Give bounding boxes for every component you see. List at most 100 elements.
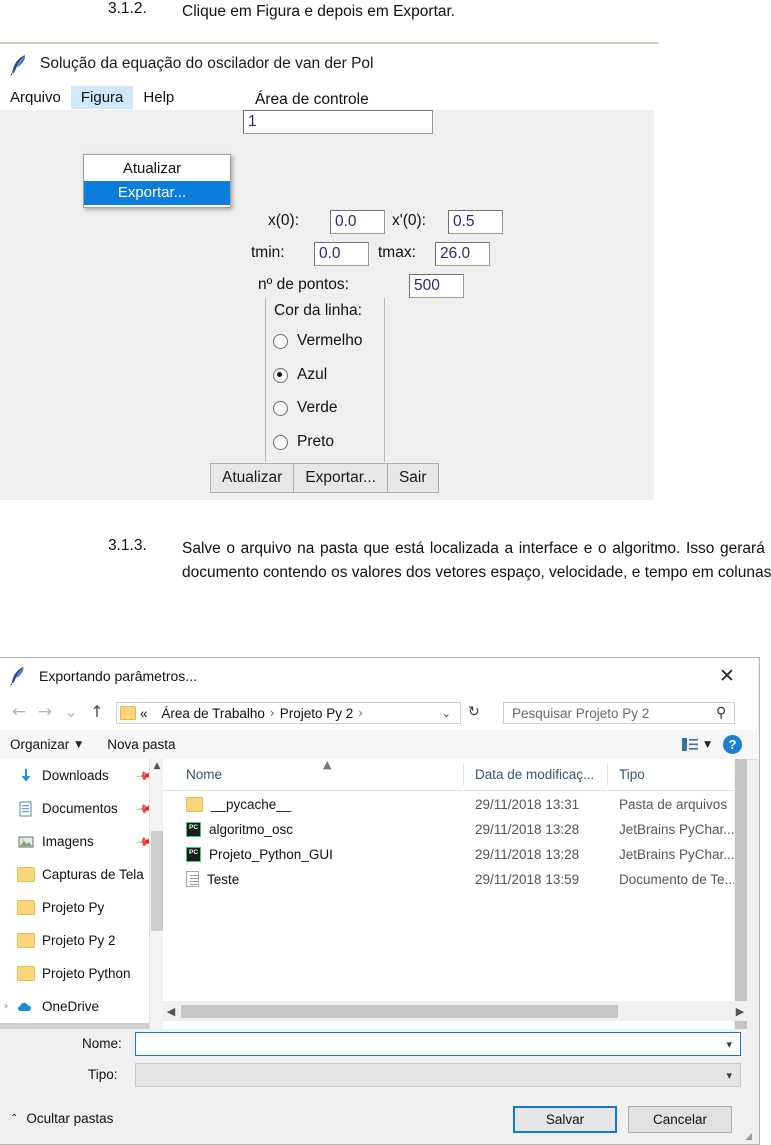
scroll-right-icon[interactable]: ▶ [732,1005,748,1018]
sidebar-scrollbar[interactable]: ▲ [149,759,164,1029]
sidebar-item-capturas[interactable]: Capturas de Tela [0,858,163,891]
column-divider[interactable] [463,763,464,785]
scrollbar-thumb[interactable] [151,831,163,931]
sidebar-item-downloads[interactable]: Downloads 📌 [0,759,163,792]
radio-circle-icon [273,333,288,349]
tipo-label: Tipo: [88,1067,118,1082]
column-divider[interactable] [607,763,608,785]
organizar-button[interactable]: Organizar ▼ [10,737,82,752]
search-input[interactable]: Pesquisar Projeto Py 2 ⚲ [503,702,735,724]
chevron-down-icon[interactable]: ⌄ [433,707,460,720]
breadcrumb[interactable]: « Área de Trabalho › Projeto Py 2 › ⌄ [116,702,461,724]
chevron-down-icon: ▼ [75,739,83,750]
resize-grip[interactable]: ◢ [745,1132,755,1142]
sidebar-item-onedrive[interactable]: › OneDrive [0,990,163,1023]
sort-ascending-icon: ▲ [323,758,332,771]
save-file-dialog: Exportando parâmetros... ✕ ← → ⌄ ↑ « Áre… [0,657,760,1145]
atualizar-button[interactable]: Atualizar [210,463,294,493]
chevron-right-icon: › [269,706,275,720]
label-tmin: tmin: [251,244,285,261]
input-xprime0[interactable]: 0.5 [448,210,503,234]
input-x0[interactable]: 0.0 [330,210,385,234]
chevron-down-icon[interactable]: ▾ [726,1069,732,1082]
horizontal-scrollbar[interactable]: ◀ ▶ [163,1001,748,1021]
back-icon[interactable]: ← [6,699,32,725]
step-text-313: Salve o arquivo na pasta que está locali… [182,540,771,582]
table-row[interactable]: __pycache__ 29/11/2018 13:31 Pasta de ar… [163,793,748,815]
radio-preto[interactable]: Preto [273,433,334,451]
folder-icon [17,900,35,915]
scrollbar-thumb[interactable] [181,1004,618,1018]
nome-input[interactable]: ▾ [135,1032,741,1056]
sidebar-item-projeto-py[interactable]: Projeto Py [0,891,163,924]
view-mode-button[interactable]: ▼ [682,738,711,751]
table-row[interactable]: Teste 29/11/2018 13:59 Documento de Te..… [163,868,748,890]
breadcrumb-item-projeto[interactable]: Projeto Py 2 [280,706,354,721]
control-area: Área de controle 1 x(0): 0.0 x'(0): 0.5 … [0,44,654,493]
input-num-points[interactable]: 500 [409,274,464,298]
pycharm-icon: PC [186,846,201,862]
sidebar-item-projeto-py-2[interactable]: Projeto Py 2 [0,924,163,957]
sidebar-item-imagens[interactable]: Imagens 📌 [0,825,163,858]
control-area-legend: Área de controle [255,91,369,108]
input-tmax[interactable]: 26.0 [435,242,490,266]
mu-input[interactable]: 1 [243,110,433,134]
cancelar-button[interactable]: Cancelar [628,1106,732,1133]
sidebar-item-documentos[interactable]: Documentos 📌 [0,792,163,825]
chevron-down-icon[interactable]: ▾ [726,1038,732,1051]
radio-azul[interactable]: Azul [273,366,327,384]
feather-icon [8,664,30,688]
radio-label-vermelho: Vermelho [297,332,363,349]
file-list-scrollbar[interactable] [734,759,748,1029]
dropdown-item-exportar[interactable]: Exportar... [84,181,230,205]
list-view-icon [682,738,699,751]
search-icon[interactable]: ⚲ [716,705,726,721]
radio-vermelho[interactable]: Vermelho [273,332,362,350]
column-header-data[interactable]: Data de modificaç... [475,767,594,782]
dropdown-item-atualizar[interactable]: Atualizar [84,157,230,181]
up-icon[interactable]: ↑ [84,699,110,725]
forward-icon[interactable]: → [32,699,58,725]
label-xprime0: x'(0): [392,212,426,229]
help-button[interactable]: ? [723,735,742,754]
column-header-nome[interactable]: Nome [186,767,222,782]
salvar-button[interactable]: Salvar [513,1106,617,1133]
chevron-right-icon[interactable]: › [4,1001,17,1012]
refresh-icon[interactable]: ↻ [468,704,480,720]
input-tmin[interactable]: 0.0 [314,242,369,266]
close-icon[interactable]: ✕ [714,664,740,688]
sidebar-item-projeto-python[interactable]: Projeto Python [0,957,163,990]
column-header-tipo[interactable]: Tipo [619,767,645,782]
breadcrumb-item-desktop[interactable]: Área de Trabalho [161,706,265,721]
scroll-left-icon[interactable]: ◀ [163,1005,179,1018]
file-date: 29/11/2018 13:31 [475,796,580,812]
nova-pasta-button[interactable]: Nova pasta [107,737,175,752]
file-date: 29/11/2018 13:28 [475,821,580,837]
file-date: 29/11/2018 13:28 [475,846,580,862]
sidebar-label: Downloads [42,768,109,783]
file-type: Pasta de arquivos [619,796,728,812]
radio-label-azul: Azul [297,366,328,383]
ocultar-pastas-label: Ocultar pastas [26,1111,114,1126]
documents-icon [17,801,35,817]
dialog-titlebar: Exportando parâmetros... ✕ [0,658,758,694]
scroll-up-icon[interactable]: ▲ [150,759,164,773]
scrollbar-thumb[interactable] [735,759,747,1029]
file-list-pane: Nome ▲ Data de modificaç... Tipo __pycac… [163,758,748,1029]
table-row[interactable]: PC algoritmo_osc 29/11/2018 13:28 JetBra… [163,818,748,840]
history-icon[interactable]: ⌄ [58,699,84,725]
sidebar-item-este-computador[interactable]: › Este Computador [0,1023,163,1029]
chevron-down-icon[interactable]: ▼ [704,740,711,750]
file-type: JetBrains PyChar... [619,846,735,862]
step-number-313: 3.1.3. [108,537,147,554]
ocultar-pastas-button[interactable]: ⌃ Ocultar pastas [10,1111,113,1126]
dialog-sidebar: Downloads 📌 Documentos 📌 Imagens 📌 Captu… [0,759,163,1029]
sair-button[interactable]: Sair [386,463,439,493]
table-row[interactable]: PC Projeto_Python_GUI 29/11/2018 13:28 J… [163,843,748,865]
tipo-select[interactable]: ▾ [135,1063,741,1087]
radio-circle-icon [273,434,288,450]
folder-icon [17,933,35,948]
exportar-button[interactable]: Exportar... [293,463,387,493]
pycharm-icon: PC [186,821,201,837]
radio-verde[interactable]: Verde [273,399,338,417]
